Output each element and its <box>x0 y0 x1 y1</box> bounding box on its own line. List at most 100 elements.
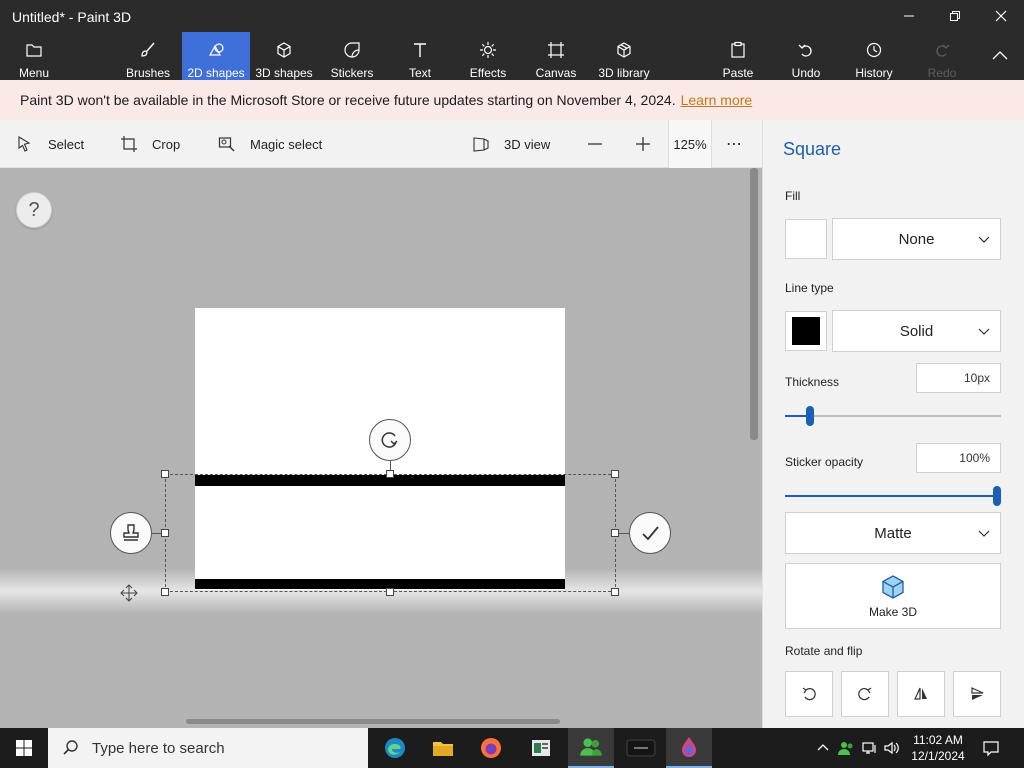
fill-color-swatch[interactable] <box>785 219 827 259</box>
notifications-button[interactable] <box>980 728 1002 768</box>
fill-value: None <box>898 230 935 248</box>
tab-canvas[interactable]: Canvas <box>530 32 582 80</box>
volume-button[interactable] <box>882 728 902 768</box>
tab-3d-library[interactable]: 3D library <box>596 32 652 80</box>
edge-icon <box>385 738 405 758</box>
tab-brushes[interactable]: Brushes <box>120 32 176 80</box>
opacity-slider-fill <box>785 495 997 497</box>
taskbar-clock[interactable]: 11:02 AM 12/1/2024 <box>906 732 970 764</box>
tab-label: 3D shapes <box>255 66 313 80</box>
tab-effects[interactable]: Effects <box>462 32 514 80</box>
start-button[interactable] <box>0 728 48 768</box>
undo-icon <box>794 38 818 62</box>
history-icon <box>862 38 886 62</box>
taskbar-app-edge[interactable] <box>372 728 418 768</box>
rotate-left-icon <box>802 687 816 701</box>
resize-handle-nw[interactable] <box>161 470 169 478</box>
resize-handle-ne[interactable] <box>611 470 619 478</box>
commit-button[interactable] <box>629 512 671 554</box>
menu-button[interactable]: Menu <box>10 32 58 80</box>
view-3d-toggle[interactable]: 3D view <box>472 132 550 156</box>
people-tray-icon <box>838 742 853 755</box>
stamp-button[interactable] <box>110 512 152 554</box>
close-button[interactable] <box>978 0 1024 32</box>
magic-select-label: Magic select <box>250 136 323 152</box>
canvas-area[interactable]: ? <box>0 168 762 728</box>
thickness-slider[interactable] <box>785 406 1001 426</box>
resize-handle-w[interactable] <box>161 529 169 537</box>
line-type-dropdown[interactable]: Solid <box>832 310 1001 352</box>
thickness-label: Thickness <box>785 375 840 389</box>
title-bar: Untitled* - Paint 3D <box>0 0 1024 32</box>
more-options-button[interactable]: ⋯ <box>726 132 742 156</box>
tab-2d-shapes[interactable]: 2D shapes <box>182 32 250 80</box>
minus-icon <box>588 143 602 145</box>
taskbar-search[interactable]: Type here to search <box>48 728 368 768</box>
redo-button[interactable]: Redo <box>920 32 964 80</box>
paste-button[interactable]: Paste <box>714 32 762 80</box>
collapse-ribbon-button[interactable] <box>980 32 1020 80</box>
select-label: Select <box>48 136 85 152</box>
opacity-label: Sticker opacity <box>785 455 864 469</box>
select-tool[interactable]: Select <box>16 132 84 156</box>
make-3d-button[interactable]: Make 3D <box>785 563 1001 629</box>
selection-box[interactable] <box>165 474 616 592</box>
resize-handle-s[interactable] <box>386 588 394 596</box>
minimize-button[interactable] <box>886 0 932 32</box>
flip-horizontal-button[interactable] <box>897 671 945 717</box>
vertical-scrollbar[interactable] <box>750 168 758 440</box>
resize-handle-n[interactable] <box>386 470 394 478</box>
tab-label: Effects <box>469 66 507 80</box>
zoom-in-button[interactable] <box>634 132 666 156</box>
opacity-slider[interactable] <box>785 486 1001 506</box>
opacity-slider-thumb[interactable] <box>993 486 1001 506</box>
window-title: Untitled* - Paint 3D <box>12 9 132 25</box>
tab-label: 2D shapes <box>187 66 245 80</box>
taskbar-app-paint3d-active[interactable] <box>568 728 614 768</box>
crop-tool[interactable]: Crop <box>120 132 180 156</box>
undo-button[interactable]: Undo <box>782 32 830 80</box>
flip-vertical-button[interactable] <box>953 671 1001 717</box>
show-hidden-icons-button[interactable] <box>814 728 832 768</box>
line-color-swatch[interactable] <box>785 311 827 351</box>
thickness-slider-thumb[interactable] <box>806 406 814 426</box>
taskbar-app-firefox[interactable] <box>468 728 514 768</box>
history-button[interactable]: History <box>848 32 900 80</box>
flip-horizontal-icon <box>914 687 927 700</box>
finish-dropdown[interactable]: Matte <box>785 512 1001 554</box>
help-button[interactable]: ? <box>16 192 52 228</box>
tray-people-icon-button[interactable] <box>836 728 856 768</box>
make-3d-label: Make 3D <box>868 605 918 619</box>
opacity-input[interactable]: 100% <box>916 443 1001 473</box>
tab-stickers[interactable]: Stickers <box>326 32 378 80</box>
deprecation-notice: Paint 3D won't be available in the Micro… <box>0 80 1024 120</box>
notification-icon <box>983 741 999 757</box>
magic-select-tool[interactable]: Magic select <box>218 132 322 156</box>
horizontal-scrollbar[interactable] <box>186 719 560 724</box>
resize-handle-sw[interactable] <box>161 588 169 596</box>
network-button[interactable] <box>860 728 880 768</box>
resize-handle-e[interactable] <box>611 529 619 537</box>
fill-dropdown[interactable]: None <box>832 218 1001 260</box>
taskbar-app-document[interactable] <box>518 728 564 768</box>
zoom-level[interactable]: 125% <box>668 120 712 168</box>
resize-handle-se[interactable] <box>611 588 619 596</box>
tab-text[interactable]: Text <box>396 32 444 80</box>
rotate-button[interactable] <box>369 419 411 461</box>
sun-icon <box>476 38 500 62</box>
tab-3d-shapes[interactable]: 3D shapes <box>254 32 314 80</box>
stamp-icon <box>123 524 139 541</box>
restore-button[interactable] <box>932 0 978 32</box>
learn-more-link[interactable]: Learn more <box>681 92 753 108</box>
users-app-icon <box>580 738 602 756</box>
rotate-left-button[interactable] <box>785 671 833 717</box>
taskbar-app-paint3d[interactable] <box>666 728 712 768</box>
taskbar-app-explorer[interactable] <box>420 728 466 768</box>
zoom-out-button[interactable] <box>586 132 618 156</box>
rotate-right-button[interactable] <box>841 671 889 717</box>
network-icon <box>862 742 876 754</box>
taskbar-app-media[interactable] <box>618 728 664 768</box>
view-3d-icon <box>473 137 489 152</box>
taskbar: Type here to search 11:02 AM 12/1/2024 <box>0 728 1024 768</box>
thickness-input[interactable]: 10px <box>916 363 1001 393</box>
